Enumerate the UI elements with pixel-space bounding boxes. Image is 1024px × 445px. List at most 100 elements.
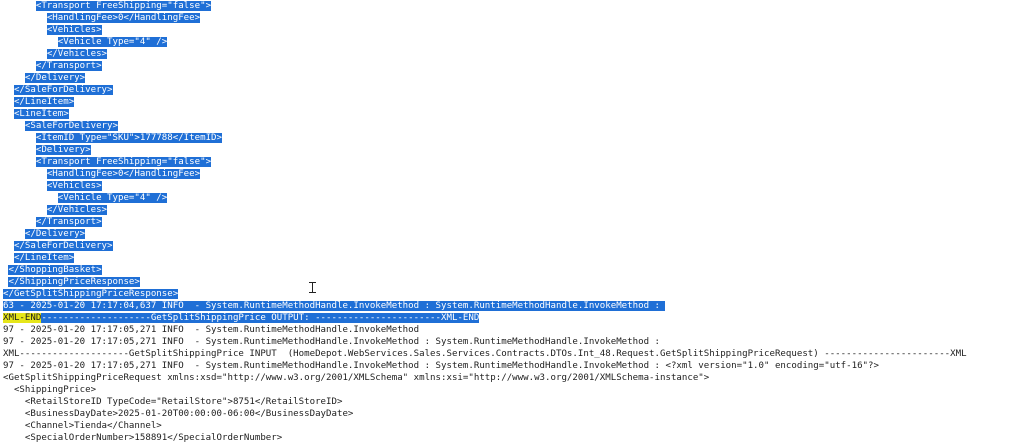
selected-text: </LineItem> [13, 97, 75, 107]
selected-text: <Vehicle Type="4" /> [57, 193, 168, 203]
log-line[interactable]: 97 - 2025-01-20 17:17:05,271 INFO - Syst… [3, 360, 967, 372]
selected-text: </ShippingPriceResponse> [8, 277, 140, 287]
log-line[interactable]: </ShippingPriceResponse> [3, 276, 967, 288]
log-text: 97 - 2025-01-20 17:17:05,271 INFO - Syst… [3, 325, 420, 335]
log-line[interactable]: </Vehicles> [3, 204, 967, 216]
log-line[interactable]: <Channel>Tienda</Channel> [3, 420, 967, 432]
selected-text: </SaleForDelivery> [13, 241, 113, 251]
selected-text: --------------------GetSplitShippingPric… [41, 313, 480, 323]
log-text: <SpecialOrderNumber>158891</SpecialOrder… [3, 433, 283, 443]
log-text: XML--------------------GetSplitShippingP… [3, 349, 967, 359]
selected-text: </Vehicles> [46, 49, 108, 59]
log-text: <Channel>Tienda</Channel> [3, 421, 162, 431]
log-line[interactable]: <Transport FreeShipping="false"> [3, 0, 967, 12]
selected-text: </ShoppingBasket> [8, 265, 102, 275]
selected-text: </GetSplitShippingPriceResponse> [3, 289, 179, 299]
selected-text: <Transport FreeShipping="false"> [35, 157, 212, 167]
log-line[interactable]: <Vehicles> [3, 24, 967, 36]
log-line[interactable]: <LineItem> [3, 108, 967, 120]
log-line[interactable]: </Delivery> [3, 72, 967, 84]
log-line[interactable]: </Delivery> [3, 228, 967, 240]
selected-text: <Vehicles> [46, 181, 102, 191]
selected-text: <HandlingFee>0</HandlingFee> [46, 13, 201, 23]
selected-text: <Vehicle Type="4" /> [57, 37, 168, 47]
selected-text: <SaleForDelivery> [24, 121, 118, 131]
selected-text: <Transport FreeShipping="false"> [35, 1, 212, 11]
selected-text: </Transport> [35, 61, 102, 71]
log-line[interactable]: <ItemID Type="SKU">177788</ItemID> [3, 132, 967, 144]
selected-text: </SaleForDelivery> [13, 85, 113, 95]
log-text: <GetSplitShippingPriceRequest xmlns:xsd=… [3, 373, 710, 383]
log-line[interactable]: <Vehicle Type="4" /> [3, 192, 967, 204]
log-lines: <Transport FreeShipping="false"> <Handli… [3, 0, 967, 444]
log-line[interactable]: </Vehicles> [3, 48, 967, 60]
log-text: 97 - 2025-01-20 17:17:05,271 INFO - Syst… [3, 337, 660, 347]
log-line[interactable]: 63 - 2025-01-20 17:17:04,637 INFO - Syst… [3, 300, 967, 312]
log-line[interactable]: </Transport> [3, 60, 967, 72]
log-line[interactable]: <HandlingFee>0</HandlingFee> [3, 12, 967, 24]
log-line[interactable]: <Transport FreeShipping="false"> [3, 156, 967, 168]
log-line[interactable]: XML--------------------GetSplitShippingP… [3, 348, 967, 360]
log-text-view[interactable]: <Transport FreeShipping="false"> <Handli… [0, 0, 1024, 445]
log-line[interactable]: <BusinessDayDate>2025-01-20T00:00:00-06:… [3, 408, 967, 420]
log-line[interactable]: <ShippingPrice> [3, 384, 967, 396]
selected-text: </Delivery> [24, 229, 86, 239]
log-line[interactable]: </SaleForDelivery> [3, 240, 967, 252]
log-line[interactable]: <RetailStoreID TypeCode="RetailStore">87… [3, 396, 967, 408]
log-line[interactable]: </Transport> [3, 216, 967, 228]
log-line[interactable]: </LineItem> [3, 96, 967, 108]
selected-text: </LineItem> [13, 253, 75, 263]
selected-text: </Transport> [35, 217, 102, 227]
log-line[interactable]: </SaleForDelivery> [3, 84, 967, 96]
log-line[interactable]: <SaleForDelivery> [3, 120, 967, 132]
log-text: <ShippingPrice> [3, 385, 97, 395]
log-text: <RetailStoreID TypeCode="RetailStore">87… [3, 397, 343, 407]
log-line[interactable]: XML-END--------------------GetSplitShipp… [3, 312, 967, 324]
selected-text: </Vehicles> [46, 205, 108, 215]
search-highlight: XML-END [3, 313, 42, 323]
log-line[interactable]: <Delivery> [3, 144, 967, 156]
log-line[interactable]: <SpecialOrderNumber>158891</SpecialOrder… [3, 432, 967, 444]
log-line[interactable]: <HandlingFee>0</HandlingFee> [3, 168, 967, 180]
selected-text: <Vehicles> [46, 25, 102, 35]
log-line[interactable]: <GetSplitShippingPriceRequest xmlns:xsd=… [3, 372, 967, 384]
text-cursor-icon [309, 282, 316, 293]
selected-text: 63 - 2025-01-20 17:17:04,637 INFO - Syst… [3, 301, 666, 311]
selected-text: <Delivery> [35, 145, 91, 155]
log-line[interactable]: 97 - 2025-01-20 17:17:05,271 INFO - Syst… [3, 324, 967, 336]
selected-text: <HandlingFee>0</HandlingFee> [46, 169, 201, 179]
log-line[interactable]: <Vehicle Type="4" /> [3, 36, 967, 48]
selected-text: <LineItem> [13, 109, 69, 119]
selected-text: </Delivery> [24, 73, 86, 83]
log-line[interactable]: <Vehicles> [3, 180, 967, 192]
log-line[interactable]: 97 - 2025-01-20 17:17:05,271 INFO - Syst… [3, 336, 967, 348]
log-line[interactable]: </LineItem> [3, 252, 967, 264]
log-line[interactable]: </GetSplitShippingPriceResponse> [3, 288, 967, 300]
log-line[interactable]: </ShoppingBasket> [3, 264, 967, 276]
selected-text: <ItemID Type="SKU">177788</ItemID> [35, 133, 223, 143]
log-text: <BusinessDayDate>2025-01-20T00:00:00-06:… [3, 409, 354, 419]
log-text: 97 - 2025-01-20 17:17:05,271 INFO - Syst… [3, 361, 879, 371]
